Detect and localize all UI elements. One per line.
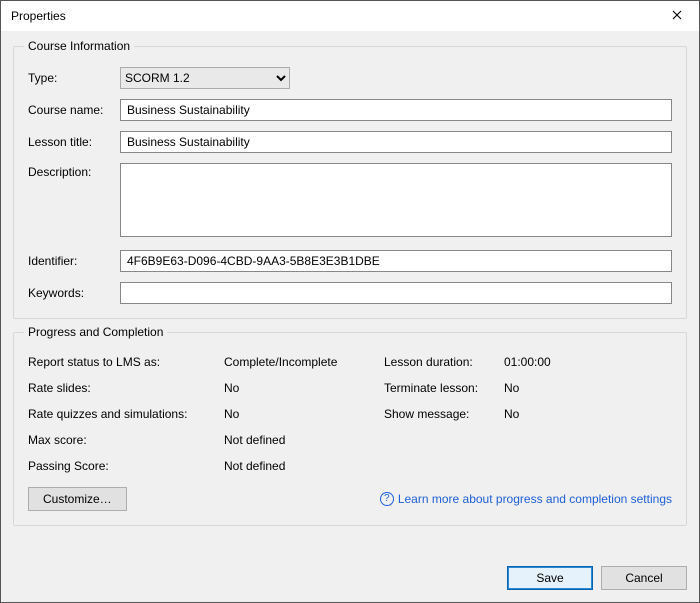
lesson-duration-value: 01:00:00 bbox=[504, 355, 672, 369]
type-select[interactable]: SCORM 1.2 bbox=[120, 67, 290, 89]
max-score-value: Not defined bbox=[224, 433, 384, 447]
type-label: Type: bbox=[28, 71, 120, 85]
save-button[interactable]: Save bbox=[507, 566, 593, 590]
identifier-label: Identifier: bbox=[28, 254, 120, 268]
course-name-label: Course name: bbox=[28, 103, 120, 117]
show-message-label: Show message: bbox=[384, 407, 504, 421]
terminate-lesson-value: No bbox=[504, 381, 672, 395]
progress-completion-group: Progress and Completion Report status to… bbox=[13, 325, 687, 526]
titlebar: Properties bbox=[1, 1, 699, 31]
passing-score-label: Passing Score: bbox=[28, 459, 224, 473]
keywords-input[interactable] bbox=[120, 282, 672, 304]
rate-quizzes-value: No bbox=[224, 407, 384, 421]
learn-more-link[interactable]: ? Learn more about progress and completi… bbox=[380, 492, 672, 506]
keywords-label: Keywords: bbox=[28, 286, 120, 300]
customize-button[interactable]: Customize… bbox=[28, 487, 127, 511]
description-textarea[interactable] bbox=[120, 163, 672, 237]
rate-slides-value: No bbox=[224, 381, 384, 395]
report-status-value: Complete/Incomplete bbox=[224, 355, 384, 369]
course-information-group: Course Information Type: SCORM 1.2 Cours… bbox=[13, 39, 687, 319]
rate-quizzes-label: Rate quizzes and simulations: bbox=[28, 407, 224, 421]
close-icon bbox=[672, 9, 682, 23]
rate-slides-label: Rate slides: bbox=[28, 381, 224, 395]
cancel-button[interactable]: Cancel bbox=[601, 566, 687, 590]
window-title: Properties bbox=[11, 9, 66, 23]
course-information-legend: Course Information bbox=[24, 39, 134, 53]
learn-more-text: Learn more about progress and completion… bbox=[398, 492, 672, 506]
progress-completion-legend: Progress and Completion bbox=[24, 325, 167, 339]
lesson-duration-label: Lesson duration: bbox=[384, 355, 504, 369]
lesson-title-label: Lesson title: bbox=[28, 135, 120, 149]
report-status-label: Report status to LMS as: bbox=[28, 355, 224, 369]
passing-score-value: Not defined bbox=[224, 459, 384, 473]
close-button[interactable] bbox=[655, 1, 699, 31]
identifier-input[interactable] bbox=[120, 250, 672, 272]
dialog-body: Course Information Type: SCORM 1.2 Cours… bbox=[1, 31, 699, 602]
help-icon: ? bbox=[380, 492, 394, 506]
lesson-title-input[interactable] bbox=[120, 131, 672, 153]
terminate-lesson-label: Terminate lesson: bbox=[384, 381, 504, 395]
course-name-input[interactable] bbox=[120, 99, 672, 121]
show-message-value: No bbox=[504, 407, 672, 421]
max-score-label: Max score: bbox=[28, 433, 224, 447]
dialog-footer: Save Cancel bbox=[13, 552, 687, 590]
description-label: Description: bbox=[28, 163, 120, 179]
